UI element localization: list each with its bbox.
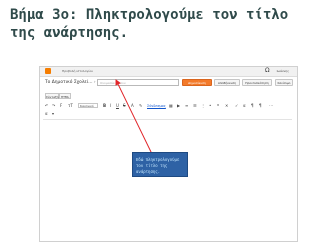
pointer-arrow	[115, 79, 153, 155]
arrow-line	[115, 79, 153, 155]
instruction-callout: Εδώ πληκτρολογούμε τον τίτλο της ανάρτησ…	[132, 152, 188, 177]
